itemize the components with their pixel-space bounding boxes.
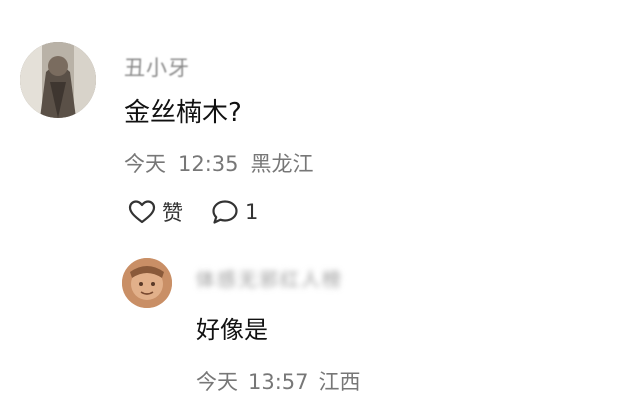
reply-time: 13:57	[248, 370, 309, 394]
main-comment-text: 金丝楠木?	[124, 98, 242, 128]
like-button[interactable]: 赞	[128, 197, 183, 227]
avatar-image	[122, 258, 172, 308]
comment-thread: 丑小牙 金丝楠木? 今天 12:35 黑龙江 赞 1 体感无邪红人榜 好像是 今天 1…	[0, 0, 640, 410]
reply-avatar[interactable]	[122, 258, 172, 308]
comment-bubble-icon	[212, 200, 238, 224]
main-comment-meta: 今天 12:35 黑龙江	[124, 148, 326, 178]
reply-username[interactable]: 体感无邪红人榜	[196, 265, 343, 292]
avatar-image	[20, 42, 96, 118]
reply-meta: 今天 13:57 江西	[196, 366, 371, 396]
main-comment-avatar[interactable]	[20, 42, 96, 118]
heart-outline-icon	[128, 200, 156, 224]
main-comment-actions: 赞 1	[128, 196, 258, 228]
reply-location: 江西	[318, 370, 361, 394]
reply-text: 好像是	[196, 316, 268, 344]
main-comment-time: 12:35	[178, 152, 239, 176]
main-comment-username[interactable]: 丑小牙	[124, 52, 190, 82]
main-comment-date: 今天	[124, 152, 166, 176]
like-label: 赞	[162, 201, 183, 225]
reply-count: 1	[245, 200, 259, 224]
main-comment-location: 黑龙江	[250, 152, 314, 176]
reply-date: 今天	[196, 370, 238, 394]
reply-button[interactable]: 1	[211, 199, 258, 225]
